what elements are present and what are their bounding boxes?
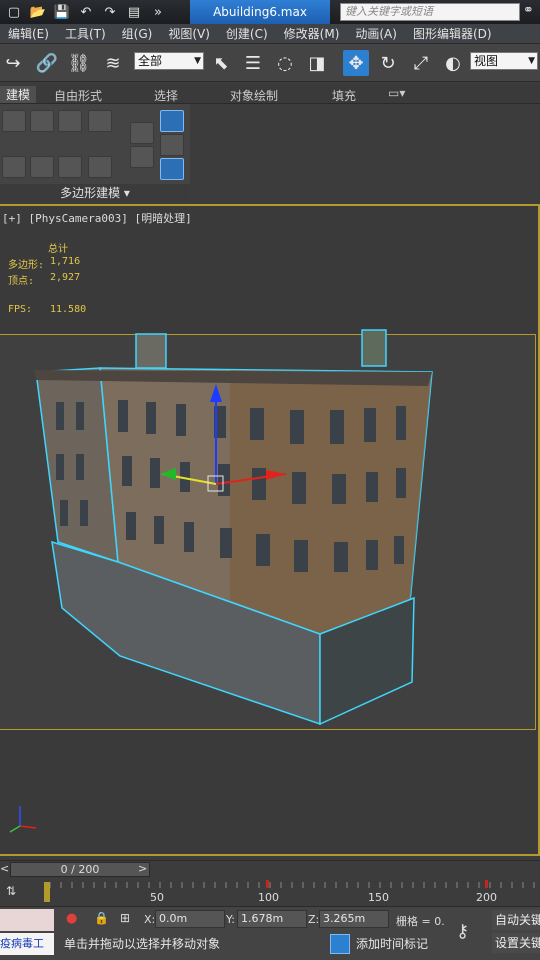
save-icon[interactable]: 💾	[52, 3, 72, 21]
z-coord-field[interactable]: 3.265m	[319, 910, 389, 928]
auto-key-button[interactable]: 自动关键	[492, 910, 540, 930]
search-input[interactable]: 键入关键字或短语	[340, 3, 520, 21]
tick-label-50: 50	[150, 891, 164, 904]
menu-create[interactable]: 创建(C)	[218, 25, 276, 42]
selection-region-icon[interactable]: ◌	[272, 50, 298, 76]
next-frame-icon[interactable]: >	[138, 862, 147, 875]
keyframe-marker[interactable]	[266, 880, 269, 888]
key-icon[interactable]: ⚷	[456, 921, 469, 942]
open-file-icon[interactable]: 📂	[28, 3, 48, 21]
isolate-selection-icon[interactable]	[330, 934, 350, 954]
menu-modifiers[interactable]: 修改器(M)	[276, 25, 348, 42]
tab-object-paint[interactable]: 对象绘制	[230, 87, 278, 104]
unlink-icon[interactable]: ⛓	[66, 50, 92, 76]
select-object-icon[interactable]: ⬉	[208, 50, 234, 76]
track-bar[interactable]: ⇅ 50 100 150 200	[0, 878, 540, 906]
track-ticks	[50, 880, 535, 888]
redo-icon[interactable]: ↷	[100, 3, 120, 21]
z-label: Z:	[308, 913, 320, 926]
menu-bar: 编辑(E) 工具(T) 组(G) 视图(V) 创建(C) 修改器(M) 动画(A…	[0, 24, 540, 44]
menu-group[interactable]: 组(G)	[114, 25, 161, 42]
absolute-mode-icon[interactable]: ⊞	[120, 911, 130, 925]
main-toolbar: ↪ 🔗 ⛓ ≋ 全部 ▼ ⬉ ☰ ◌ ◨ ✥ ↻ ⤢ ◐ 视图 ▼	[0, 44, 540, 82]
window-crossing-icon[interactable]: ◨	[304, 50, 330, 76]
link-icon[interactable]: 🔗	[34, 50, 60, 76]
modify-icon[interactable]	[30, 156, 54, 178]
undo-icon[interactable]: ↶	[76, 3, 96, 21]
grid-label: 栅格 = 0.	[396, 915, 445, 928]
tab-modeling[interactable]: 建模	[0, 86, 37, 103]
reference-coord-value: 视图	[474, 54, 499, 68]
menu-tools[interactable]: 工具(T)	[57, 25, 114, 42]
ribbon-options-icon[interactable]: ▭▾	[388, 86, 405, 100]
keyframe-marker[interactable]	[485, 880, 488, 888]
select-and-move-icon[interactable]: ✥	[343, 50, 369, 76]
x-coord-field[interactable]: 0.0m	[155, 910, 225, 928]
tripod-x-axis	[19, 825, 37, 829]
status-bar: 疫病毒工 ● 🔒 ⊞ X: 0.0m Y: 1.678m Z: 3.265m 栅…	[0, 906, 540, 960]
ribbon-tabs: 建模 自由形式 选择 对象绘制 填充 ▭▾	[0, 85, 540, 104]
collapse-icon[interactable]	[58, 156, 82, 178]
tick-label-100: 100	[258, 891, 279, 904]
menu-edit[interactable]: 编辑(E)	[0, 25, 57, 42]
edit-border-icon[interactable]	[58, 110, 82, 132]
menu-views[interactable]: 视图(V)	[160, 25, 218, 42]
chevron-down-icon: ▼	[528, 56, 535, 66]
prompt-line: 单击并拖动以选择并移动对象	[64, 937, 221, 951]
menu-animation[interactable]: 动画(A)	[347, 25, 405, 42]
select-by-name-icon[interactable]: ☰	[240, 50, 266, 76]
selection-filter-dropdown[interactable]: 全部 ▼	[134, 52, 204, 70]
menu-graph-editors[interactable]: 图形编辑器(D)	[405, 25, 500, 42]
select-and-rotate-icon[interactable]: ↻	[375, 50, 401, 76]
ribbon-panel	[0, 104, 190, 184]
maxscript-listener-white[interactable]: 疫病毒工	[0, 933, 54, 955]
tripod-y-axis	[9, 825, 21, 833]
edit-polygon-icon[interactable]	[88, 110, 112, 132]
tab-selection[interactable]: 选择	[154, 87, 178, 104]
redo-arrow-icon[interactable]: ↪	[0, 50, 26, 76]
prev-frame-icon[interactable]: <	[0, 862, 9, 875]
project-icon[interactable]: ▤	[124, 3, 144, 21]
binoculars-icon[interactable]: ⚭	[523, 3, 534, 18]
add-time-tag[interactable]: 添加时间标记	[356, 935, 446, 953]
tick-label-150: 150	[368, 891, 389, 904]
show-end-result-icon[interactable]	[160, 110, 184, 132]
y-coord-field[interactable]: 1.678m	[237, 910, 307, 928]
y-label: Y:	[226, 913, 235, 926]
reference-coord-dropdown[interactable]: 视图 ▼	[470, 52, 538, 70]
edit-vertex-icon[interactable]	[2, 110, 26, 132]
edit-element-icon[interactable]	[2, 156, 26, 178]
ribbon-empty-area	[190, 104, 540, 202]
time-slider[interactable]: 0 / 200	[10, 862, 150, 877]
bind-spacewarp-icon[interactable]: ≋	[100, 50, 126, 76]
options-icon[interactable]	[88, 156, 112, 178]
repeat-icon[interactable]	[130, 146, 154, 168]
more-icon[interactable]: »	[148, 3, 168, 21]
edit-edge-icon[interactable]	[30, 110, 54, 132]
placement-icon[interactable]: ◐	[440, 50, 466, 76]
maxscript-listener-pink[interactable]	[0, 909, 54, 931]
make-unique-icon[interactable]	[160, 158, 184, 180]
new-file-icon[interactable]: ▢	[4, 3, 24, 21]
file-name-tab: Abuilding6.max	[190, 0, 330, 24]
pin-stack-icon[interactable]	[160, 134, 184, 156]
building-model[interactable]	[0, 206, 540, 858]
tab-freeform[interactable]: 自由形式	[54, 87, 102, 104]
mini-curve-editor-icon[interactable]: ⇅	[6, 884, 16, 898]
chevron-down-icon: ▼	[194, 56, 201, 66]
select-and-scale-icon[interactable]: ⤢	[408, 50, 434, 76]
x-label: X:	[144, 913, 156, 926]
perspective-viewport[interactable]: [+] [PhysCamera003] [明暗处理] 总计 多边形: 1,716…	[0, 204, 540, 856]
use-nurms-icon[interactable]	[130, 122, 154, 144]
tab-populate[interactable]: 填充	[332, 87, 356, 104]
set-key-button[interactable]: 设置关键	[492, 933, 540, 953]
time-slider-bar: < 0 / 200 >	[0, 860, 540, 878]
ribbon-panel-label[interactable]: 多边形建模 ▾	[0, 184, 190, 202]
tick-label-200: 200	[476, 891, 497, 904]
selection-filter-value: 全部	[138, 54, 163, 68]
pin-icon[interactable]: ●	[66, 911, 77, 926]
lock-selection-icon[interactable]: 🔒	[94, 911, 109, 925]
